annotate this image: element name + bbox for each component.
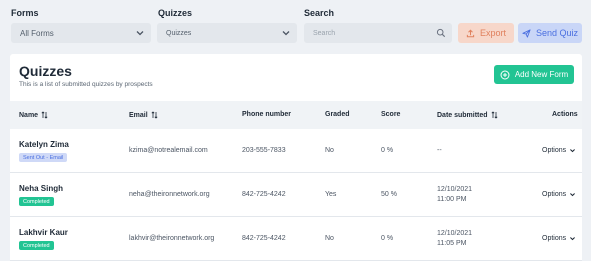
row-email: kzima@notrealemail.com (129, 147, 208, 154)
send-quiz-button[interactable]: Send Quiz (518, 23, 582, 43)
row-time: 11:05 PM (437, 240, 467, 247)
row-date: -- (437, 147, 442, 154)
filter-bar: Forms All Forms Quizzes Quizzes Search S… (0, 0, 591, 50)
row-options-menu[interactable]: Options (542, 191, 576, 198)
row-name: Lakhvir Kaur (19, 228, 68, 237)
send-icon (522, 28, 531, 38)
status-badge: Completed (19, 197, 54, 206)
add-new-form-label: Add New Form (514, 70, 569, 79)
add-new-form-button[interactable]: Add New Form (494, 65, 574, 84)
row-graded: Yes (325, 191, 337, 198)
quizzes-card: Quizzes This is a list of submitted quiz… (10, 54, 582, 261)
options-label: Options (542, 147, 567, 154)
row-score: 50 % (381, 191, 397, 198)
table-row: Neha Singh Completed neha@theironnetwork… (10, 173, 582, 217)
export-button[interactable]: Export (458, 23, 514, 43)
table-row: Katelyn Zima Sent Out - Email kzima@notr… (10, 129, 582, 173)
sort-icon (491, 111, 498, 119)
column-header-graded: Graded (325, 111, 350, 118)
column-header-label: Actions (552, 111, 578, 118)
row-score: 0 % (381, 147, 394, 154)
quizzes-label: Quizzes (158, 8, 193, 18)
column-header-phone: Phone number (242, 111, 291, 118)
status-badge: Completed (19, 241, 54, 250)
column-header-label: Score (381, 111, 401, 118)
column-header-email[interactable]: Email (129, 111, 158, 119)
row-phone: 842-725-4242 (242, 191, 286, 198)
chevron-down-icon (570, 193, 576, 197)
row-name: Neha Singh (19, 184, 64, 193)
forms-select[interactable]: All Forms (11, 23, 151, 43)
row-email: lakhvir@theironnetwork.org (129, 235, 215, 242)
chevron-down-icon (282, 31, 290, 36)
search-input[interactable]: Search (304, 23, 452, 43)
export-label: Export (479, 28, 506, 38)
row-time: 11:00 PM (437, 196, 467, 203)
quizzes-select[interactable]: Quizzes (157, 23, 297, 43)
column-header-label: Graded (325, 111, 350, 118)
column-header-date[interactable]: Date submitted (437, 111, 498, 119)
row-phone: 842-725-4242 (242, 235, 286, 242)
table-row: Lakhvir Kaur Completed lakhvir@theironne… (10, 217, 582, 261)
sort-icon (41, 111, 48, 119)
chevron-down-icon (570, 237, 576, 241)
column-header-label: Name (19, 111, 39, 119)
forms-label: Forms (11, 8, 39, 18)
send-quiz-label: Send Quiz (535, 28, 579, 38)
options-label: Options (542, 235, 567, 242)
search-icon (436, 28, 446, 38)
row-options-menu[interactable]: Options (542, 235, 576, 242)
search-label: Search (304, 8, 335, 18)
column-header-name[interactable]: Name (19, 111, 48, 119)
chevron-down-icon (136, 31, 144, 36)
forms-select-value: All Forms (20, 28, 54, 38)
row-date: 12/10/2021 (437, 186, 473, 193)
page-title: Quizzes (19, 63, 72, 79)
row-options-menu[interactable]: Options (542, 147, 576, 154)
row-date: 12/10/2021 (437, 230, 473, 237)
search-placeholder: Search (313, 29, 336, 37)
plus-circle-icon (500, 70, 510, 79)
row-score: 0 % (381, 235, 394, 242)
quizzes-select-value: Quizzes (166, 29, 192, 37)
page-subtitle: This is a list of submitted quizzes by p… (19, 81, 153, 88)
column-header-label: Email (129, 111, 148, 119)
sort-icon (151, 111, 158, 119)
row-graded: No (325, 235, 334, 242)
table-header: Name Email Phone number Graded Score Dat… (10, 101, 582, 129)
export-icon (466, 29, 475, 37)
column-header-label: Phone number (242, 111, 292, 118)
column-header-label: Date submitted (437, 111, 488, 119)
row-name: Katelyn Zima (19, 140, 69, 149)
column-header-score: Score (381, 111, 400, 118)
row-graded: No (325, 147, 334, 154)
column-header-actions: Actions (552, 111, 578, 118)
row-phone: 203-555-7833 (242, 147, 286, 154)
row-email: neha@theironnetwork.org (129, 191, 210, 198)
options-label: Options (542, 191, 567, 198)
chevron-down-icon (570, 149, 576, 153)
status-badge: Sent Out - Email (19, 153, 68, 162)
